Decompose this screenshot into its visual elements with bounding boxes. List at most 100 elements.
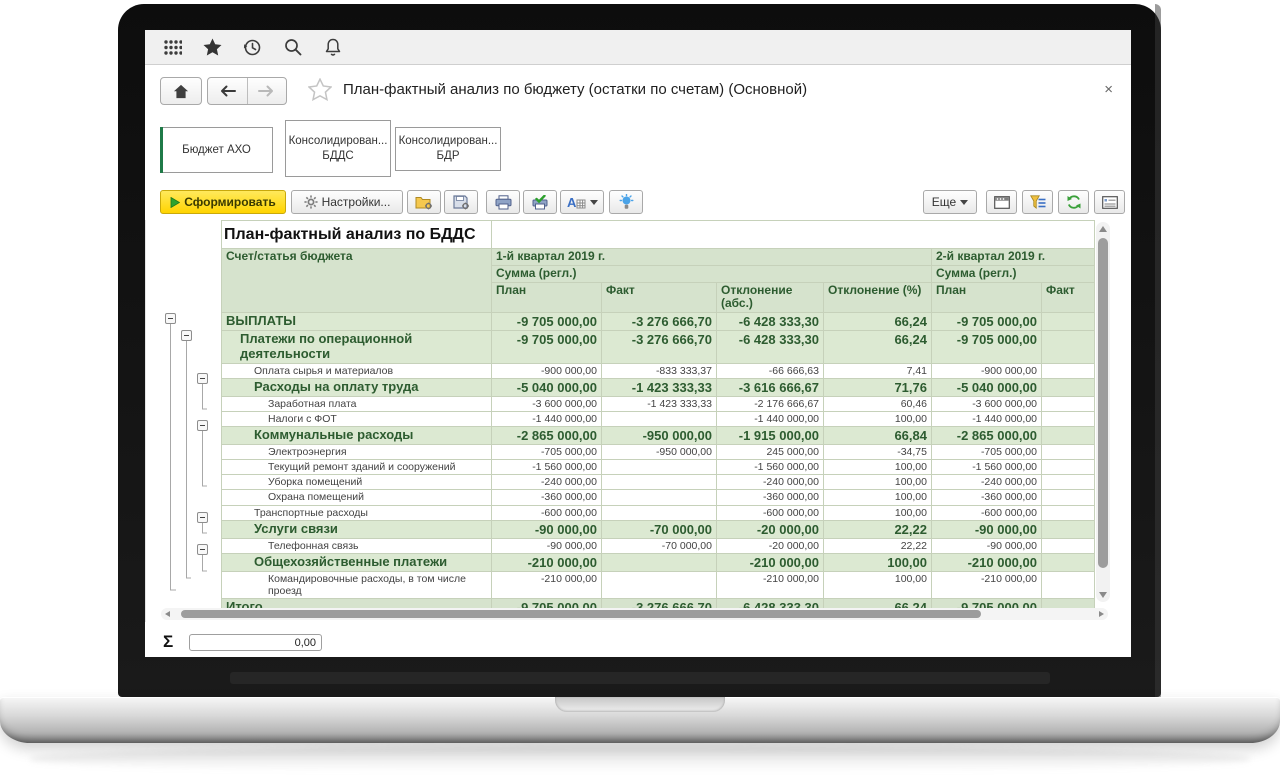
value-cell[interactable]: -210 000,00 <box>932 553 1042 571</box>
value-cell[interactable] <box>1042 520 1095 538</box>
value-cell[interactable] <box>602 475 717 490</box>
value-cell[interactable]: -950 000,00 <box>602 427 717 445</box>
value-cell[interactable]: -1 915 000,00 <box>717 427 824 445</box>
value-cell[interactable]: -3 600 000,00 <box>492 397 602 412</box>
notifications-bell-icon[interactable] <box>323 38 342 57</box>
value-cell[interactable]: -705 000,00 <box>492 445 602 460</box>
print-button[interactable] <box>486 190 520 214</box>
home-button[interactable] <box>160 77 202 105</box>
forward-button[interactable] <box>248 78 287 104</box>
value-cell[interactable]: -1 560 000,00 <box>717 460 824 475</box>
refresh-button[interactable] <box>1058 190 1089 214</box>
collapse-marker-platezhi[interactable] <box>181 330 192 341</box>
autosum-field[interactable] <box>189 634 322 651</box>
value-cell[interactable]: -1 440 000,00 <box>932 412 1042 427</box>
value-cell[interactable] <box>1042 397 1095 412</box>
value-cell[interactable]: -90 000,00 <box>932 520 1042 538</box>
horizontal-scroll-thumb[interactable] <box>181 610 981 618</box>
row-label[interactable]: ВЫПЛАТЫ <box>222 313 492 331</box>
row-label[interactable]: Транспортные расходы <box>222 505 492 520</box>
row-label[interactable]: Телефонная связь <box>222 538 492 553</box>
value-cell[interactable] <box>1042 331 1095 364</box>
value-cell[interactable] <box>602 412 717 427</box>
value-cell[interactable]: 245 000,00 <box>717 445 824 460</box>
value-cell[interactable]: -3 276 666,70 <box>602 313 717 331</box>
value-cell[interactable]: -66 666,63 <box>717 364 824 379</box>
value-cell[interactable]: -5 040 000,00 <box>492 379 602 397</box>
value-cell[interactable]: -1 440 000,00 <box>492 412 602 427</box>
value-cell[interactable]: -90 000,00 <box>492 538 602 553</box>
value-cell[interactable]: -900 000,00 <box>492 364 602 379</box>
value-cell[interactable]: -2 865 000,00 <box>492 427 602 445</box>
value-cell[interactable]: -900 000,00 <box>932 364 1042 379</box>
value-cell[interactable]: -1 560 000,00 <box>492 460 602 475</box>
value-cell[interactable] <box>602 460 717 475</box>
value-cell[interactable]: -20 000,00 <box>717 520 824 538</box>
value-cell[interactable]: 22,22 <box>824 538 932 553</box>
value-cell[interactable] <box>1042 379 1095 397</box>
value-cell[interactable]: 100,00 <box>824 412 932 427</box>
settings-button[interactable]: Настройки... <box>291 190 403 214</box>
value-cell[interactable] <box>1042 490 1095 505</box>
value-cell[interactable]: -9 705 000,00 <box>492 331 602 364</box>
open-report-variant-button[interactable] <box>407 190 441 214</box>
favorites-star-icon[interactable] <box>203 38 222 57</box>
scroll-right-arrow-icon[interactable] <box>1099 611 1104 617</box>
value-cell[interactable] <box>1042 538 1095 553</box>
value-cell[interactable] <box>602 505 717 520</box>
tab-consolidated-bdr[interactable]: Консолидирован... БДР <box>395 127 501 171</box>
value-cell[interactable]: -6 428 333,30 <box>717 331 824 364</box>
value-cell[interactable]: -210 000,00 <box>717 553 824 571</box>
value-cell[interactable]: 66,24 <box>824 313 932 331</box>
scroll-left-arrow-icon[interactable] <box>165 611 170 617</box>
value-cell[interactable]: -5 040 000,00 <box>932 379 1042 397</box>
value-cell[interactable] <box>1042 412 1095 427</box>
value-cell[interactable]: 100,00 <box>824 460 932 475</box>
tab-budget-aho[interactable]: Бюджет АХО <box>160 127 273 173</box>
row-label[interactable]: Текущий ремонт зданий и сооружений <box>222 460 492 475</box>
value-cell[interactable]: -3 616 666,67 <box>717 379 824 397</box>
row-label[interactable]: Платежи по операционной деятельности <box>222 331 492 364</box>
value-cell[interactable]: -90 000,00 <box>492 520 602 538</box>
value-cell[interactable]: 100,00 <box>824 571 932 598</box>
value-cell[interactable]: 66,84 <box>824 427 932 445</box>
value-cell[interactable]: -20 000,00 <box>717 538 824 553</box>
value-cell[interactable]: -70 000,00 <box>602 520 717 538</box>
value-cell[interactable]: -3 276 666,70 <box>602 331 717 364</box>
row-label[interactable]: Командировочные расходы, в том числе про… <box>222 571 492 598</box>
back-button[interactable] <box>208 78 248 104</box>
value-cell[interactable]: -240 000,00 <box>932 475 1042 490</box>
filter-button[interactable] <box>1022 190 1053 214</box>
value-cell[interactable]: -360 000,00 <box>932 490 1042 505</box>
value-cell[interactable]: -9 705 000,00 <box>932 313 1042 331</box>
value-cell[interactable]: -9 705 000,00 <box>492 313 602 331</box>
collapse-marker-kommunalnye[interactable] <box>197 420 208 431</box>
save-report-variant-button[interactable] <box>444 190 478 214</box>
row-label[interactable]: Уборка помещений <box>222 475 492 490</box>
report-header-panel-button[interactable] <box>986 190 1017 214</box>
value-cell[interactable]: -210 000,00 <box>492 571 602 598</box>
row-label[interactable]: Оплата сырья и материалов <box>222 364 492 379</box>
row-label[interactable]: Налоги с ФОТ <box>222 412 492 427</box>
value-cell[interactable]: 71,76 <box>824 379 932 397</box>
value-cell[interactable]: 60,46 <box>824 397 932 412</box>
value-cell[interactable]: -70 000,00 <box>602 538 717 553</box>
value-cell[interactable]: -240 000,00 <box>492 475 602 490</box>
print-preview-button[interactable] <box>523 190 557 214</box>
tab-consolidated-bdds[interactable]: Консолидирован... БДДС <box>285 120 391 177</box>
value-cell[interactable]: -2 176 666,67 <box>717 397 824 412</box>
history-icon[interactable] <box>243 38 262 57</box>
value-cell[interactable]: -360 000,00 <box>717 490 824 505</box>
value-cell[interactable]: -600 000,00 <box>492 505 602 520</box>
value-cell[interactable]: -1 423 333,33 <box>602 397 717 412</box>
value-cell[interactable]: 100,00 <box>824 475 932 490</box>
value-cell[interactable]: -210 000,00 <box>492 553 602 571</box>
value-cell[interactable]: -90 000,00 <box>932 538 1042 553</box>
value-cell[interactable]: 22,22 <box>824 520 932 538</box>
value-cell[interactable] <box>1042 475 1095 490</box>
value-cell[interactable] <box>602 553 717 571</box>
value-cell[interactable] <box>1042 571 1095 598</box>
value-cell[interactable]: -240 000,00 <box>717 475 824 490</box>
add-to-favorites-star[interactable] <box>308 78 332 102</box>
vertical-scroll-thumb[interactable] <box>1098 238 1108 568</box>
